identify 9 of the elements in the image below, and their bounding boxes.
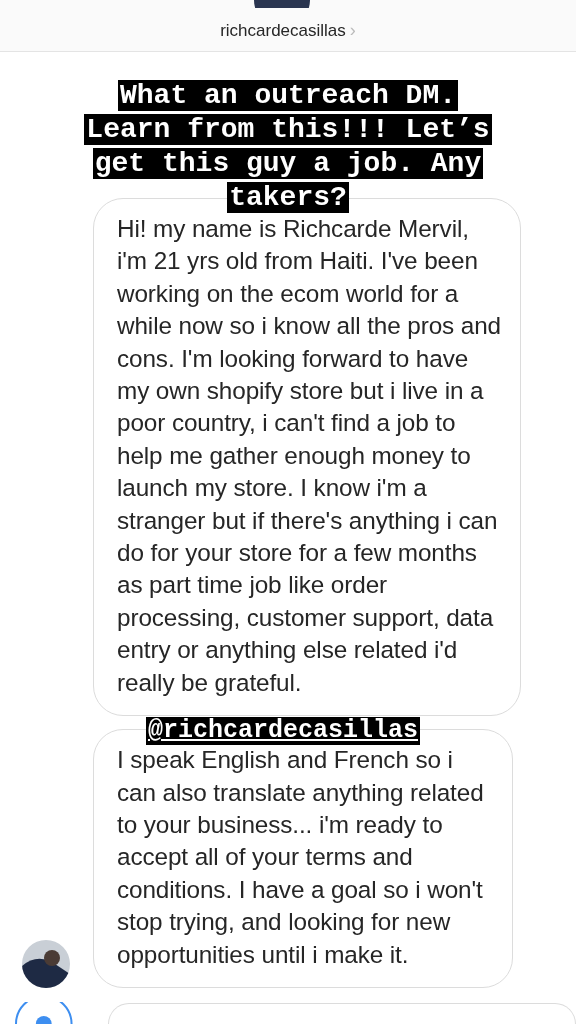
camera-button-icon[interactable] — [14, 1002, 74, 1024]
mention-link[interactable]: @richcardecasillas — [145, 717, 420, 746]
caption-text: takers? — [227, 182, 349, 213]
caption-text: Learn from this!!! Let’s — [84, 114, 492, 145]
username[interactable]: richcardecasillas — [220, 20, 346, 41]
message-text: I speak English and French so i can also translate anything related to your business... i'm ready to accept all of your terms and conditions. I have a goal so i won't stop trying, and looking for new opportunities until i make it. — [117, 745, 485, 970]
message-text: Hi! my name is Richcarde Mervil, i'm 21 yrs old from Haiti. I've been working on the ecom world for a while now so i know all the pros and cons. I'm looking forward to have my own shopify store but i live in a poor country, i can't find a job to help me gather enough money to launch my store. I know i'm a stranger but if there's anything i can do for your store for a few months as part time job like order processing, customer support, data entry or anything else related i'd really be grateful. — [117, 214, 502, 698]
caption-text: get this guy a job. Any — [92, 148, 484, 179]
caption-text: What an outreach DM. — [117, 80, 459, 111]
